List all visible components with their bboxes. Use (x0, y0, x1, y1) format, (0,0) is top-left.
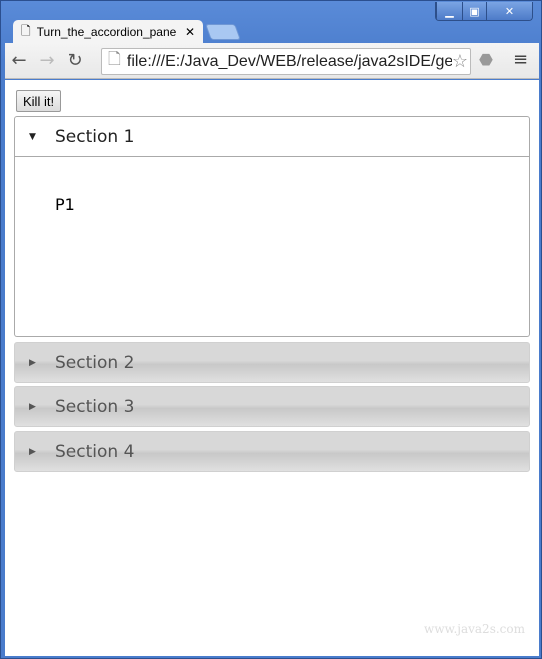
url-text: file:///E:/Java_Dev/WEB/release/java2sID… (126, 52, 463, 70)
triangle-right-icon: ▶ (29, 401, 36, 412)
accordion-section-2[interactable]: ▶ Section 2 (14, 342, 530, 383)
watermark: www.java2s.com (424, 622, 525, 636)
section-label: Section 4 (55, 441, 135, 462)
window-controls: ▁ ▣ ✕ (435, 2, 533, 21)
triangle-right-icon: ▶ (29, 446, 36, 457)
section-content: P1 (14, 157, 530, 337)
extension-icon[interactable]: ⬣ (479, 50, 493, 69)
section-header[interactable]: ▶ Section 4 (14, 431, 530, 472)
back-icon[interactable]: ← (5, 50, 33, 71)
close-window-button[interactable]: ✕ (486, 2, 532, 20)
browser-window: ▁ ▣ ✕ 🗋 Turn_the_accordion_pane ✕ ← → ↻ … (0, 0, 542, 659)
new-tab-button[interactable] (205, 24, 241, 40)
section-header[interactable]: ▶ Section 3 (14, 386, 530, 427)
section-header[interactable]: ▼ Section 1 (14, 116, 530, 157)
close-tab-icon[interactable]: ✕ (185, 25, 195, 39)
accordion-section-3[interactable]: ▶ Section 3 (14, 386, 530, 427)
minimize-button[interactable]: ▁ (436, 2, 462, 20)
browser-tab[interactable]: 🗋 Turn_the_accordion_pane ✕ (13, 20, 203, 44)
address-bar[interactable]: 🗋 file:///E:/Java_Dev/WEB/release/java2s… (101, 48, 471, 75)
reload-icon[interactable]: ↻ (61, 50, 89, 71)
section-label: Section 3 (55, 396, 135, 417)
section-label: Section 2 (55, 352, 135, 373)
page-content: Kill it! ▼ Section 1 P1 ▶ Section 2 ▶ Secti… (5, 80, 539, 656)
page-icon: 🗋 (108, 51, 121, 68)
toolbar: ← → ↻ 🗋 file:///E:/Java_Dev/WEB/release/… (5, 43, 539, 79)
accordion-section-4[interactable]: ▶ Section 4 (14, 431, 530, 472)
section-header[interactable]: ▶ Section 2 (14, 342, 530, 383)
triangle-down-icon: ▼ (29, 131, 36, 142)
accordion-section-1: ▼ Section 1 P1 (14, 116, 530, 337)
triangle-right-icon: ▶ (29, 357, 36, 368)
maximize-button[interactable]: ▣ (462, 2, 486, 20)
star-icon[interactable]: ☆ (451, 51, 468, 72)
forward-icon[interactable]: → (33, 50, 61, 71)
page-icon: 🗋 (21, 23, 31, 38)
menu-icon[interactable]: ≡ (513, 49, 528, 70)
tab-title: Turn_the_accordion_pane (36, 25, 177, 39)
section-text: P1 (55, 195, 75, 214)
kill-it-button[interactable]: Kill it! (16, 90, 62, 112)
section-label: Section 1 (55, 126, 135, 147)
